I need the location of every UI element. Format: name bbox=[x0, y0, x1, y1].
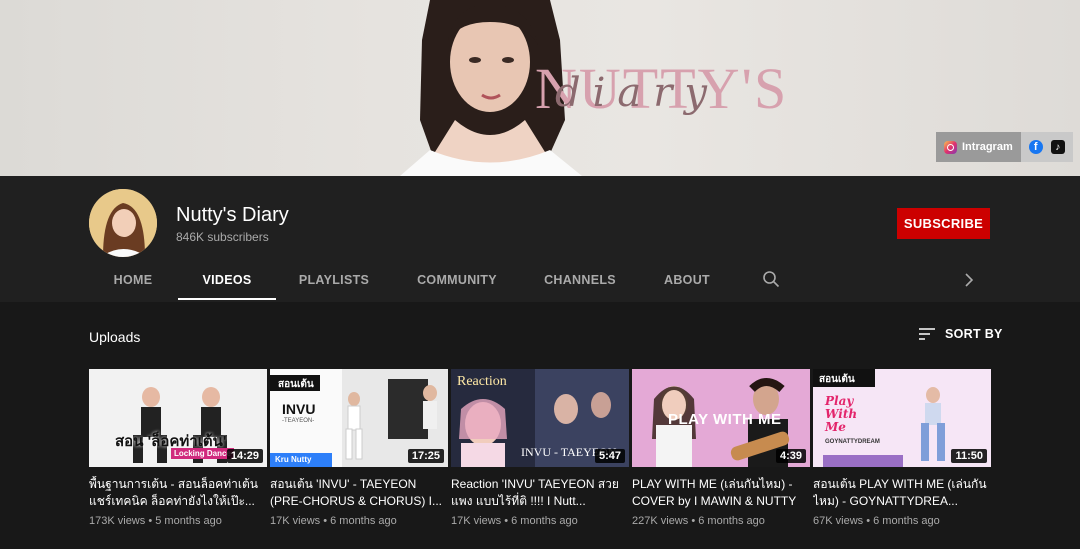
video-views: 17K views bbox=[451, 515, 502, 527]
video-duration: 17:25 bbox=[407, 449, 444, 463]
social-icons: f ♪ bbox=[1020, 132, 1073, 162]
thumbnail-subcaption: INVU bbox=[282, 401, 316, 417]
video-thumbnail[interactable]: PLAY WITH ME 4:39 bbox=[632, 369, 810, 467]
instagram-link-label: Intragram bbox=[962, 141, 1013, 153]
channel-name: Nutty's Diary bbox=[176, 204, 289, 226]
video-meta: 17K views • 6 months ago bbox=[270, 515, 397, 527]
video-views: 227K views bbox=[632, 515, 689, 527]
video-title[interactable]: PLAY WITH ME (เล่นกันไหม) - COVER by I M… bbox=[632, 476, 810, 510]
tab-home[interactable]: HOME bbox=[103, 256, 163, 300]
video-card[interactable]: PLAY WITH ME 4:39 PLAY WITH ME (เล่นกันไ… bbox=[632, 369, 810, 527]
video-age: 5 months ago bbox=[155, 515, 222, 527]
video-age: 6 months ago bbox=[330, 515, 397, 527]
instagram-link[interactable]: Intragram bbox=[936, 132, 1021, 162]
tab-channels[interactable]: CHANNELS bbox=[540, 256, 620, 300]
tab-playlists[interactable]: PLAYLISTS bbox=[293, 256, 375, 300]
video-age: 6 months ago bbox=[873, 515, 940, 527]
video-age: 6 months ago bbox=[511, 515, 578, 527]
banner-logo: NUTTY'S diary bbox=[535, 56, 786, 120]
search-icon[interactable] bbox=[762, 270, 780, 288]
channel-tabs: HOME VIDEOS PLAYLISTS COMMUNITY CHANNELS… bbox=[0, 256, 1080, 302]
video-thumbnail[interactable]: สอน 'ล็อคท่าเต้น' Locking Dance 14:29 bbox=[89, 369, 267, 467]
channel-avatar[interactable] bbox=[89, 189, 157, 257]
instagram-icon bbox=[944, 140, 957, 154]
facebook-icon[interactable]: f bbox=[1028, 140, 1043, 154]
video-card[interactable]: สอนเต้น Play With Me GOYNATTYDREAM 11:50… bbox=[813, 369, 991, 527]
thumbnail-artist: GOYNATTYDREAM bbox=[825, 439, 880, 445]
avatar-image bbox=[89, 189, 157, 257]
sort-by-label: SORT BY bbox=[945, 327, 1003, 341]
video-card[interactable]: Reaction INVU - TAEYEON 5:47 Reaction 'I… bbox=[451, 369, 629, 527]
video-duration: 11:50 bbox=[951, 449, 987, 463]
subscriber-count: 846K subscribers bbox=[176, 230, 269, 244]
thumbnail-subcaption: Play With Me bbox=[825, 394, 858, 434]
thumbnail-caption: สอนเต้น bbox=[819, 374, 855, 385]
thumbnail-caption: สอนเต้น bbox=[278, 379, 314, 390]
sort-by-button[interactable]: SORT BY bbox=[918, 327, 1003, 341]
video-thumbnail[interactable]: สอนเต้น Play With Me GOYNATTYDREAM 11:50 bbox=[813, 369, 991, 467]
video-meta: 67K views • 6 months ago bbox=[813, 515, 940, 527]
video-title[interactable]: Reaction 'INVU' TAEYEON สวย แพง แบบไร้ที… bbox=[451, 476, 629, 510]
video-title[interactable]: สอนเต้น 'INVU' - TAEYEON (PRE-CHORUS & C… bbox=[270, 476, 448, 510]
video-thumbnail[interactable]: Reaction INVU - TAEYEON 5:47 bbox=[451, 369, 629, 467]
video-meta: 173K views • 5 months ago bbox=[89, 515, 222, 527]
subscribe-button[interactable]: SUBSCRIBE bbox=[897, 208, 990, 239]
banner-social-links: Intragram f ♪ bbox=[936, 132, 1073, 162]
tiktok-icon[interactable]: ♪ bbox=[1050, 140, 1065, 154]
sort-icon bbox=[919, 328, 935, 340]
active-tab-indicator bbox=[178, 298, 276, 300]
video-meta: 227K views • 6 months ago bbox=[632, 515, 765, 527]
channel-banner: NUTTY'S diary Intragram f ♪ bbox=[0, 0, 1080, 176]
tab-community[interactable]: COMMUNITY bbox=[412, 256, 502, 300]
video-duration: 14:29 bbox=[226, 449, 263, 463]
video-card[interactable]: สอนเต้น INVU -TEAYEON- Kru Nutty 17:25 ส… bbox=[270, 369, 448, 527]
uploads-title: Uploads bbox=[89, 329, 141, 345]
thumbnail-caption: Reaction bbox=[457, 374, 507, 389]
thumbnail-teacher: Kru Nutty bbox=[275, 455, 312, 464]
video-duration: 4:39 bbox=[775, 449, 806, 463]
video-thumbnail[interactable]: สอนเต้น INVU -TEAYEON- Kru Nutty 17:25 bbox=[270, 369, 448, 467]
thumbnail-subcaption: Locking Dance bbox=[171, 448, 234, 459]
video-views: 67K views bbox=[813, 515, 864, 527]
video-views: 173K views bbox=[89, 515, 146, 527]
video-card[interactable]: สอน 'ล็อคท่าเต้น' Locking Dance 14:29 พื… bbox=[89, 369, 267, 527]
channel-header: Nutty's Diary 846K subscribers SUBSCRIBE… bbox=[0, 176, 1080, 302]
video-title[interactable]: พื้นฐานการเต้น - สอนล็อคท่าเต้น แชร์เทคน… bbox=[89, 476, 267, 510]
video-duration: 5:47 bbox=[594, 449, 625, 463]
video-title[interactable]: สอนเต้น PLAY WITH ME (เล่นกันไหม) - GOYN… bbox=[813, 476, 991, 510]
chevron-right-icon[interactable] bbox=[961, 272, 977, 288]
video-age: 6 months ago bbox=[698, 515, 765, 527]
tab-videos[interactable]: VIDEOS bbox=[190, 256, 264, 300]
svg-text:diary: diary bbox=[555, 70, 719, 116]
video-views: 17K views bbox=[270, 515, 321, 527]
tab-about[interactable]: ABOUT bbox=[660, 256, 714, 300]
thumbnail-artist: -TEAYEON- bbox=[282, 418, 315, 424]
thumbnail-caption: PLAY WITH ME bbox=[668, 411, 782, 428]
video-meta: 17K views • 6 months ago bbox=[451, 515, 578, 527]
